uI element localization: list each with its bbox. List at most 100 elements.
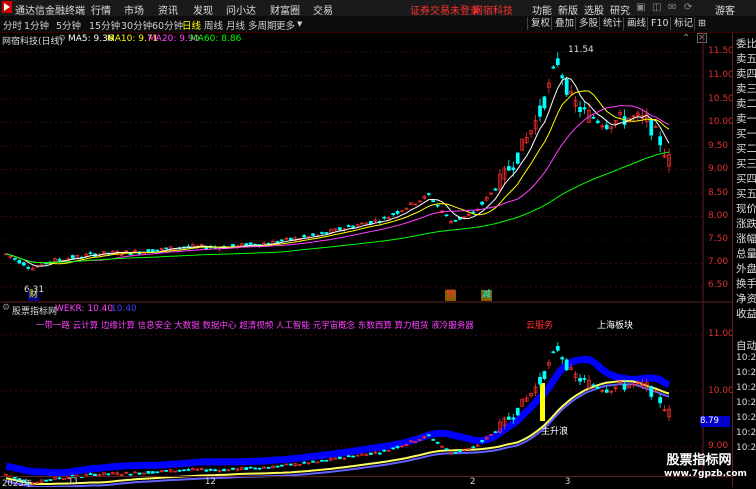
candle-body [649, 119, 654, 136]
candle-body [337, 227, 342, 231]
candle-body [164, 247, 169, 250]
price-tick: 8.50 [708, 188, 729, 198]
candle-body [560, 357, 565, 360]
side-label[interactable]: 买一 [736, 126, 756, 141]
wekr-readout: WEKR: 10.40 [55, 304, 114, 314]
settings-icon[interactable]: ⚙ [2, 303, 10, 313]
side-label[interactable]: 卖四 [736, 66, 756, 81]
candle-body [155, 249, 160, 252]
candle-body [555, 58, 560, 66]
candle-body [137, 472, 142, 475]
candle-body [426, 193, 431, 195]
date-tick: 2 [470, 477, 476, 487]
side-label[interactable]: 总量 [736, 246, 756, 261]
candle-body [311, 233, 315, 236]
side-label[interactable]: 外盘 [736, 261, 756, 276]
candle-body [13, 258, 17, 260]
candle-body [280, 464, 284, 467]
side-label[interactable]: 净资 [736, 291, 756, 306]
side-time: 10:27 [736, 443, 756, 453]
candle-body [595, 386, 600, 389]
price-tick: 9.00 [708, 164, 729, 174]
candle-body [248, 242, 253, 245]
price-tick: 9.50 [708, 141, 729, 151]
quote-side-panel: 委比 卖五 卖四 卖三 卖二 卖一 买一 买二 买三 买四 买五 现价 涨跌 涨… [732, 33, 756, 487]
candle-body [471, 446, 476, 449]
candle-body [324, 459, 329, 462]
candle-body [231, 467, 235, 470]
candle-body [480, 440, 484, 443]
concept-tags: 一带一路 云计算 边缘计算 信息安全 大数据 数据中心 超清视频 人工智能 元宇… [36, 321, 474, 331]
candle-body [431, 200, 436, 203]
side-label[interactable]: 收益 [736, 306, 756, 321]
candle-body [186, 468, 191, 471]
date-tick: 3 [565, 477, 571, 487]
candle-body [70, 255, 75, 259]
candle-body [507, 416, 511, 420]
price-tick: 11.00 [708, 70, 734, 80]
candle-body [369, 220, 373, 225]
side-label[interactable]: 买四 [736, 171, 756, 186]
side-label[interactable]: 涨跌 [736, 216, 756, 231]
candle-body [248, 466, 253, 469]
candle-body [444, 214, 449, 217]
candle-body [507, 166, 511, 171]
candle-body [582, 378, 587, 380]
date-tick: 12 [205, 477, 216, 487]
rise-wave-bar [540, 383, 545, 421]
candle-body [177, 469, 182, 472]
candle-body [208, 469, 213, 471]
sub-axis-tick: 10.00 [708, 386, 734, 396]
candle-body [511, 167, 516, 171]
candle-body [377, 452, 382, 455]
candle-body [213, 469, 217, 472]
side-label[interactable]: 买五 [736, 186, 756, 201]
candle-body [128, 253, 133, 256]
high-price-label: 11.54 [568, 45, 594, 55]
candle-body [164, 470, 169, 472]
price-tick: 6.50 [708, 280, 729, 290]
candle-body [351, 455, 355, 458]
candle-body [542, 96, 547, 109]
side-label[interactable]: 委比 [736, 36, 756, 51]
price-tick: 7.00 [708, 257, 729, 267]
candle-body [360, 453, 364, 456]
side-time: 10:27 [736, 353, 756, 363]
candle-body [582, 107, 587, 110]
candle-body [658, 136, 663, 146]
candle-body [551, 66, 556, 69]
candle-body [604, 389, 609, 393]
candle-body [622, 383, 627, 390]
candle-body [578, 107, 582, 113]
side-sub-label[interactable]: 自动 [736, 338, 756, 353]
side-label[interactable]: 卖二 [736, 96, 756, 111]
candle-body [435, 442, 440, 444]
marker-jian[interactable]: 减 [481, 290, 492, 301]
side-label[interactable]: 卖一 [736, 111, 756, 126]
candle-body [431, 439, 436, 441]
wekr-second-readout: 10.40 [111, 304, 137, 314]
kline-chart[interactable] [0, 0, 732, 487]
marker-cai[interactable]: 财 [28, 290, 39, 301]
candle-body [551, 351, 556, 354]
side-label[interactable]: 买二 [736, 141, 756, 156]
candle-body [578, 377, 582, 382]
price-tick: 8.00 [708, 211, 729, 221]
candle-body [649, 385, 654, 397]
marker-yu[interactable]: 预 [445, 290, 456, 301]
side-label[interactable]: 现价 [736, 201, 756, 216]
side-label[interactable]: 涨幅 [736, 231, 756, 246]
candle-body [275, 241, 280, 244]
candle-body [382, 449, 387, 452]
price-tick: 10.50 [708, 94, 734, 104]
candle-body [151, 471, 155, 474]
candle-body [453, 219, 458, 222]
blue-band [5, 355, 671, 477]
side-label[interactable]: 卖五 [736, 51, 756, 66]
side-label[interactable]: 换手 [736, 276, 756, 291]
side-label[interactable]: 卖三 [736, 81, 756, 96]
side-label[interactable]: 买三 [736, 156, 756, 171]
candle-body [493, 188, 498, 191]
candle-body [391, 447, 395, 450]
candle-body [266, 466, 271, 469]
